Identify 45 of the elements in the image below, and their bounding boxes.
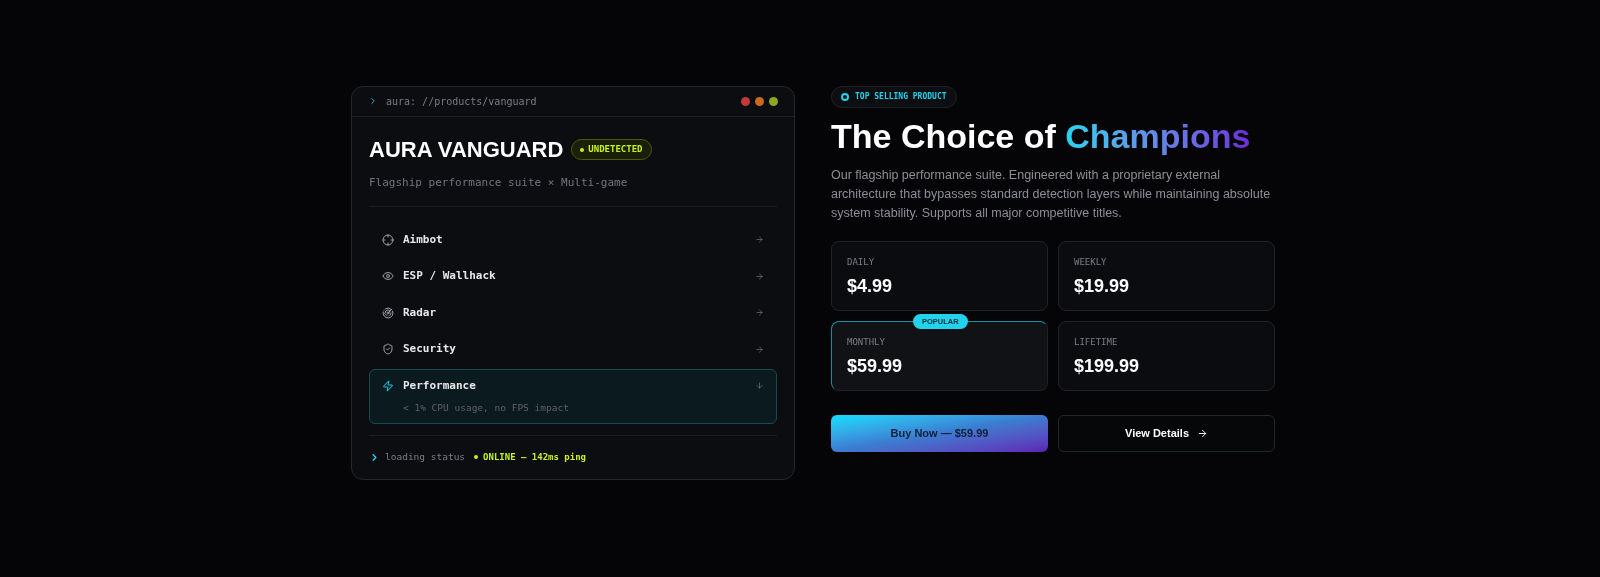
feature-label: Security xyxy=(403,341,456,357)
plan-price: $19.99 xyxy=(1074,275,1131,298)
radar-icon xyxy=(382,306,394,319)
product-subtitle: Flagship performance suite × Multi-game xyxy=(369,175,629,191)
crosshair-icon xyxy=(382,233,394,246)
feature-item[interactable]: Performance < 1% CPU usage, no FPS impact xyxy=(369,368,777,425)
arrow-right-icon xyxy=(1197,427,1208,439)
status-badge: UNDETECTED xyxy=(571,138,652,161)
arrow-down-icon xyxy=(755,381,764,391)
url-path: aura: //products/vanguard xyxy=(386,95,537,109)
feature-label: ESP / Wallhack xyxy=(403,268,496,284)
arrow-right-icon xyxy=(755,308,764,318)
arrow-right-icon xyxy=(755,344,764,354)
feature-label: Performance xyxy=(403,377,476,394)
plan-card[interactable]: WEEKLY $19.99 xyxy=(1058,240,1275,311)
status-label: loading status xyxy=(385,450,466,465)
lightning-icon xyxy=(382,379,394,392)
feature-item[interactable]: Radar xyxy=(369,295,777,330)
feature-detail: < 1% CPU usage, no FPS impact xyxy=(403,401,570,415)
top-selling-badge: TOP SELLING PRODUCT xyxy=(831,86,957,108)
buy-now-button[interactable]: Buy Now — $59.99 xyxy=(831,414,1048,452)
eye-icon xyxy=(382,270,394,283)
status-value: ONLINE — 142ms ping xyxy=(483,450,587,464)
product-title: AURA VANGUARD xyxy=(369,136,564,164)
plan-price: $59.99 xyxy=(847,355,904,378)
arrow-right-icon xyxy=(755,271,764,281)
feature-item[interactable]: Aimbot xyxy=(369,222,777,257)
plan-period: DAILY xyxy=(847,255,876,269)
feature-item[interactable]: Security xyxy=(369,332,777,367)
prompt-icon xyxy=(369,451,380,463)
headline: The Choice of Champions xyxy=(831,116,1252,157)
plan-price: $4.99 xyxy=(847,275,894,298)
plan-card[interactable]: LIFETIME $199.99 xyxy=(1058,320,1275,391)
plan-card[interactable]: DAILY $4.99 xyxy=(831,240,1048,311)
description: Our flagship performance suite. Engineered with a proprietary external architecture that bypasses standard detection layers while maintaining absolute system stability. Supports all major competitive titles. xyxy=(831,166,1272,222)
feature-item[interactable]: ESP / Wallhack xyxy=(369,259,777,294)
feature-label: Aimbot xyxy=(403,231,443,248)
plan-period: MONTHLY xyxy=(847,335,886,349)
view-details-button[interactable]: View Details xyxy=(1058,414,1275,452)
plan-price: $199.99 xyxy=(1074,355,1141,378)
plan-period: LIFETIME xyxy=(1074,335,1119,349)
feature-label: Radar xyxy=(403,304,437,321)
shield-icon xyxy=(382,343,394,356)
plan-period: WEEKLY xyxy=(1074,255,1108,269)
arrow-right-icon xyxy=(755,235,764,245)
